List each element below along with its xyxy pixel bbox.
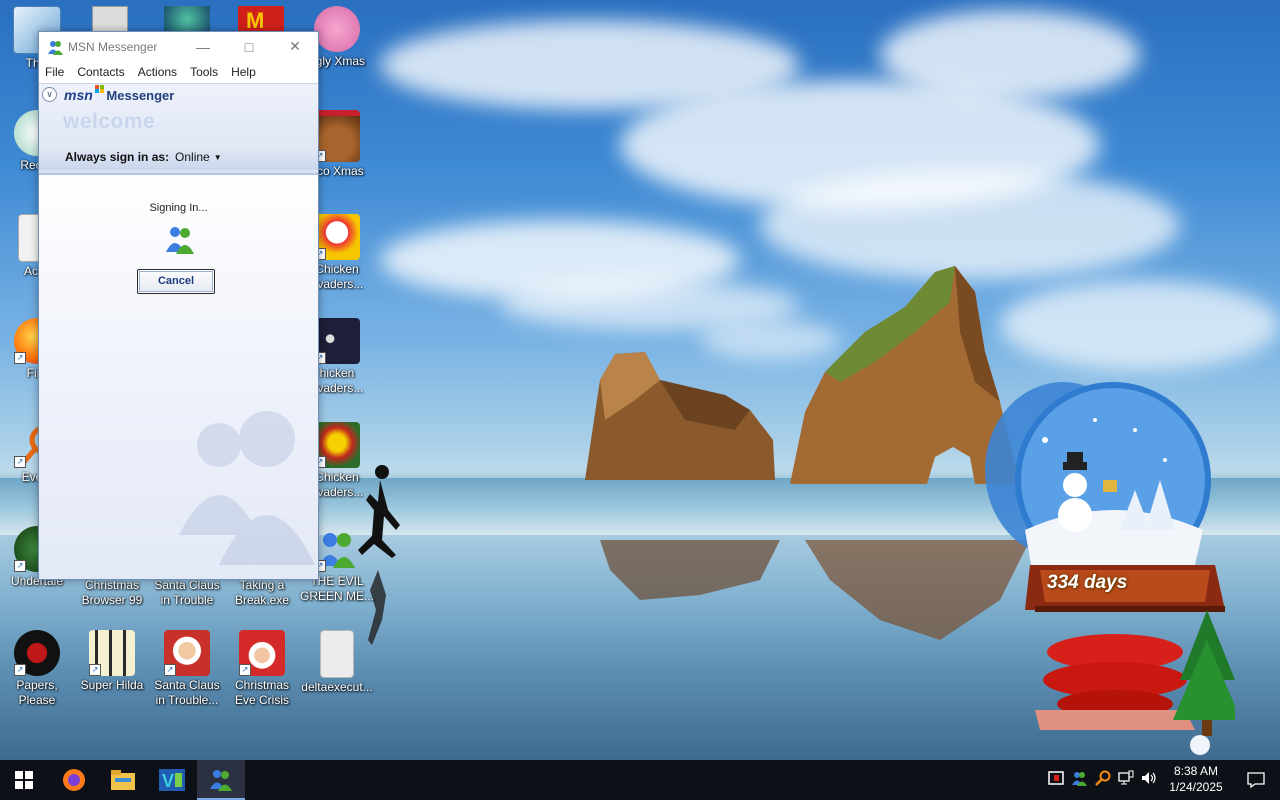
file-icon [320, 630, 354, 678]
desktop-icon-deltaexecut[interactable]: deltaexecut... [300, 630, 374, 695]
svg-text:V: V [162, 771, 174, 791]
rock-reflection [600, 540, 1030, 640]
teddy-bear-icon: ↗ [314, 110, 360, 162]
desktop-icon-super-hilda[interactable]: ↗ Super Hilda [75, 630, 149, 693]
msn-buddies-icon [166, 227, 194, 254]
welcome-heading: welcome [63, 110, 156, 133]
menu-contacts[interactable]: Contacts [77, 65, 124, 79]
collapse-chevron-icon[interactable]: ∨ [42, 87, 57, 102]
mcdonalds-icon[interactable]: M [238, 6, 284, 33]
santa-face-icon: ↗ [239, 630, 285, 676]
chicken-icon: ↗ [314, 214, 360, 260]
search-icon[interactable] [1091, 770, 1115, 791]
system-tray [1045, 760, 1161, 800]
minimize-button[interactable]: — [180, 32, 226, 61]
taskbar-clock[interactable]: 8:38 AM 1/24/2025 [1162, 763, 1230, 795]
svg-text:M: M [246, 8, 264, 32]
security-alert-icon[interactable] [1045, 770, 1067, 791]
taskbar-msn-messenger[interactable] [197, 760, 245, 800]
messenger-header: ∨ msn Messenger welcome Always sign in a… [39, 84, 318, 176]
taskbar-file-explorer[interactable] [99, 760, 147, 800]
pig-icon [314, 6, 360, 52]
window-title: MSN Messenger [68, 39, 158, 54]
papers-please-icon: ↗ [14, 630, 60, 676]
snow-globe-countdown-widget[interactable]: 334 days [985, 380, 1241, 760]
santa-icon: ↗ [164, 630, 210, 676]
cancel-button[interactable]: Cancel [137, 269, 215, 294]
small-rock-arch [585, 352, 775, 480]
maximize-button[interactable]: □ [226, 32, 272, 61]
v-app-icon: V [159, 769, 185, 791]
dropdown-arrow-icon[interactable]: ▼ [214, 153, 222, 162]
desktop-icon-christmas-eve-crisis[interactable]: ↗ Christmas Eve Crisis [225, 630, 299, 708]
menu-tools[interactable]: Tools [190, 65, 218, 79]
menu-file[interactable]: File [45, 65, 64, 79]
desktop-icon-christmas-browser[interactable]: Christmas Browser 99 [75, 578, 149, 608]
always-sign-in-label: Always sign in as: [65, 150, 170, 164]
desktop-icon-taking-a-break[interactable]: Taking a Break.exe [225, 578, 299, 608]
msn-messenger-window[interactable]: MSN Messenger — □ ✕ File Contacts Action… [38, 31, 319, 580]
desktop-icon-papers-please[interactable]: ↗ Papers, Please [0, 630, 74, 708]
close-button[interactable]: ✕ [272, 32, 318, 61]
desktop-icon-partial-2[interactable] [164, 6, 210, 32]
start-button[interactable] [0, 760, 48, 800]
chicken-invaders-icon: ↗ [314, 422, 360, 468]
msn-buddies-watermark-icon [179, 411, 315, 565]
title-bar[interactable]: MSN Messenger — □ ✕ [39, 32, 318, 61]
taskbar-app-v[interactable]: V [148, 760, 196, 800]
signing-in-status: Signing In... [149, 202, 208, 214]
msn-butterfly-icon [95, 85, 104, 93]
desktop-icon-santa-claus-trouble[interactable]: Santa Claus in Trouble [150, 578, 224, 608]
days-countdown-label: 334 days [1047, 572, 1128, 593]
msn-tray-icon[interactable] [1067, 770, 1091, 791]
msn-messenger-logo: msn Messenger [64, 85, 175, 103]
taskbar-firefox[interactable] [50, 760, 98, 800]
menu-bar: File Contacts Actions Tools Help [39, 61, 318, 84]
ornaments-icon: ↗ [314, 318, 360, 364]
status-dropdown[interactable]: Online [175, 150, 210, 164]
volume-icon[interactable] [1137, 770, 1161, 791]
firefox-icon [63, 769, 85, 791]
folder-icon [111, 770, 135, 790]
pixel-art-icon: ↗ [89, 630, 135, 676]
menu-help[interactable]: Help [231, 65, 256, 79]
desktop-icon-santa-claus-trouble-2[interactable]: ↗ Santa Claus in Trouble... [150, 630, 224, 708]
msn-buddies-icon [210, 770, 232, 791]
windows-logo-icon [15, 771, 33, 789]
snow-globe-icon [985, 382, 1241, 755]
desktop-icon-partial-1[interactable] [92, 6, 128, 34]
notification-icon [1247, 772, 1265, 788]
sign-in-status-bar: Always sign in as: Online ▼ [39, 144, 318, 170]
action-center-button[interactable] [1232, 760, 1280, 800]
sign-in-panel: Signing In... Cancel [39, 173, 318, 579]
network-icon[interactable] [1115, 770, 1137, 791]
taskbar: V 8:38 AM 1/24/2025 [0, 760, 1280, 800]
clock-time: 8:38 AM [1173, 764, 1219, 778]
clock-date: 1/24/2025 [1169, 780, 1223, 794]
msn-buddies-icon: ↗ [314, 526, 360, 572]
msn-buddy-icon [48, 40, 63, 55]
menu-actions[interactable]: Actions [138, 65, 177, 79]
